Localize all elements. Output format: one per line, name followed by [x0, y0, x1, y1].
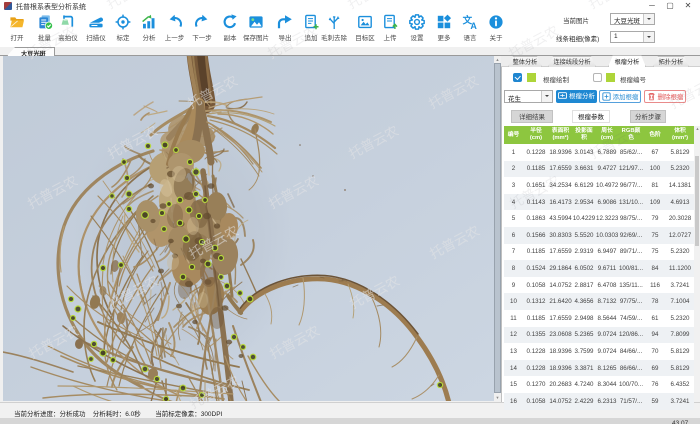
- svg-text:A: A: [470, 21, 477, 30]
- svg-text:托普云农: 托普云农: [0, 223, 1, 262]
